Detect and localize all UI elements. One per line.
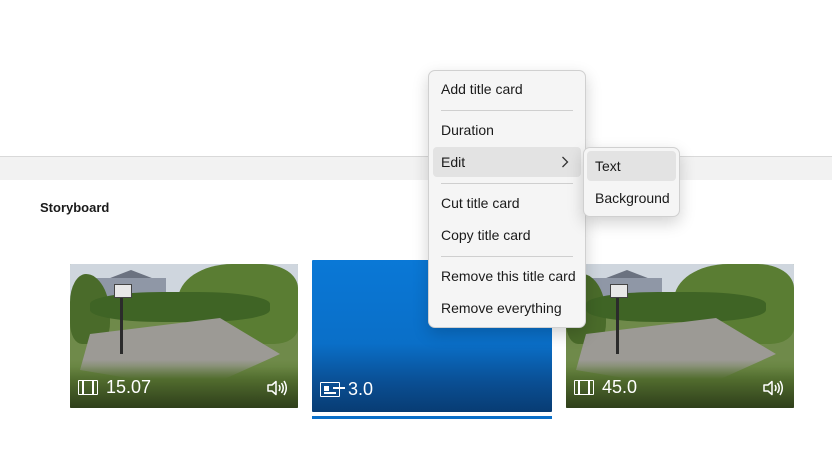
film-icon bbox=[574, 380, 594, 395]
clip-info: 3.0 bbox=[320, 379, 373, 400]
title-card-icon bbox=[320, 382, 340, 397]
clip-duration: 3.0 bbox=[348, 379, 374, 399]
storyboard-heading: Storyboard bbox=[40, 200, 110, 215]
photo-hoop bbox=[616, 294, 619, 354]
film-icon bbox=[78, 380, 98, 395]
menu-item-copy-title-card[interactable]: Copy title card bbox=[433, 220, 581, 250]
menu-item-remove-everything[interactable]: Remove everything bbox=[433, 293, 581, 323]
edit-submenu: Text Background bbox=[583, 147, 680, 217]
menu-item-edit[interactable]: Edit bbox=[433, 147, 581, 177]
menu-separator bbox=[441, 183, 573, 184]
clip-info: 15.07 bbox=[78, 377, 151, 398]
menu-item-cut-title-card[interactable]: Cut title card bbox=[433, 188, 581, 218]
timeline-divider bbox=[0, 156, 832, 180]
photo-hoop bbox=[120, 294, 123, 354]
preview-area bbox=[0, 0, 832, 156]
menu-item-label: Edit bbox=[441, 154, 466, 170]
selection-indicator bbox=[312, 416, 552, 419]
clip-duration: 45.0 bbox=[602, 377, 638, 397]
clip-info: 45.0 bbox=[574, 377, 637, 398]
submenu-item-background[interactable]: Background bbox=[587, 183, 676, 213]
photo-hoop-board bbox=[610, 284, 628, 298]
menu-item-duration[interactable]: Duration bbox=[433, 115, 581, 145]
menu-item-remove-this-title-card[interactable]: Remove this title card bbox=[433, 261, 581, 291]
photo-hoop-board bbox=[114, 284, 132, 298]
chevron-right-icon bbox=[562, 156, 569, 168]
clip-duration: 15.07 bbox=[106, 377, 152, 397]
menu-separator bbox=[441, 256, 573, 257]
submenu-item-text[interactable]: Text bbox=[587, 151, 676, 181]
menu-separator bbox=[441, 110, 573, 111]
storyboard-clip-3[interactable]: 45.0 bbox=[566, 264, 794, 408]
context-menu: Add title card Duration Edit Cut title c… bbox=[428, 70, 586, 328]
speaker-icon bbox=[762, 380, 784, 396]
storyboard-clip-1[interactable]: 15.07 bbox=[70, 264, 298, 408]
menu-item-add-title-card[interactable]: Add title card bbox=[433, 74, 581, 104]
speaker-icon bbox=[266, 380, 288, 396]
